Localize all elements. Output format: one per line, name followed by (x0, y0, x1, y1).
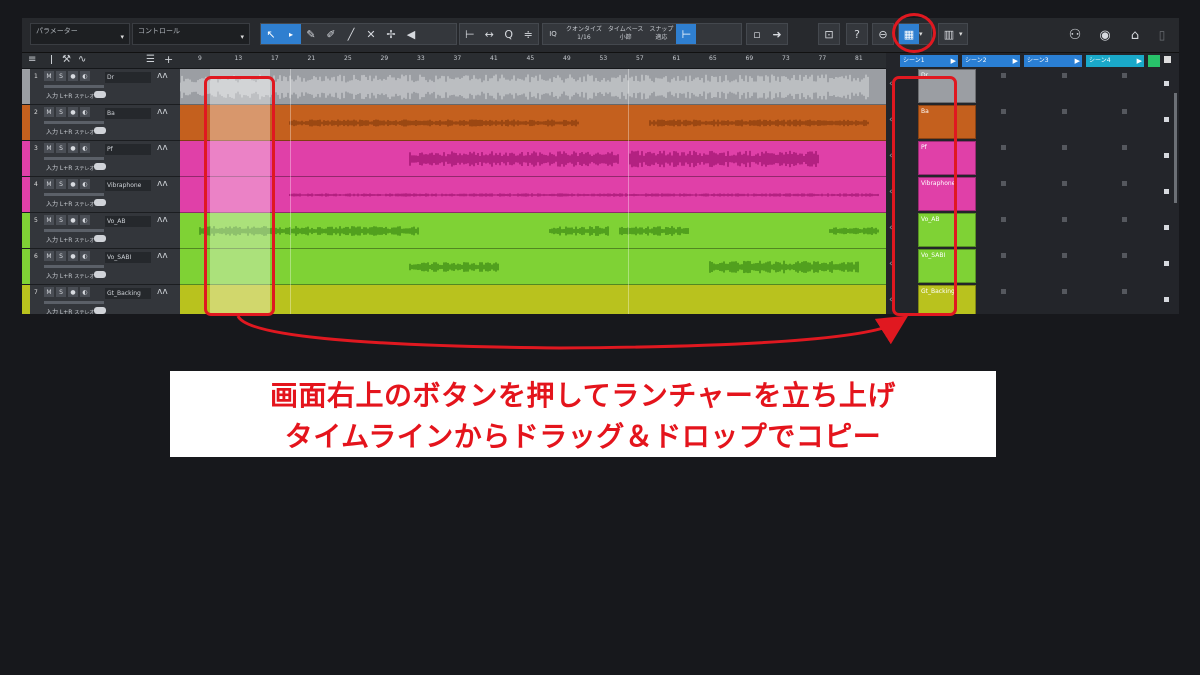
caption-box: 画面右上のボタンを押してランチャーを立ち上げ タイムラインからドラッグ＆ドロップ… (170, 371, 996, 457)
caption-line-2: タイムラインからドラッグ＆ドロップでコピー (284, 420, 882, 453)
drag-arrow (236, 315, 909, 350)
caption-line-1: 画面右上のボタンを押してランチャーを立ち上げ (270, 379, 896, 412)
